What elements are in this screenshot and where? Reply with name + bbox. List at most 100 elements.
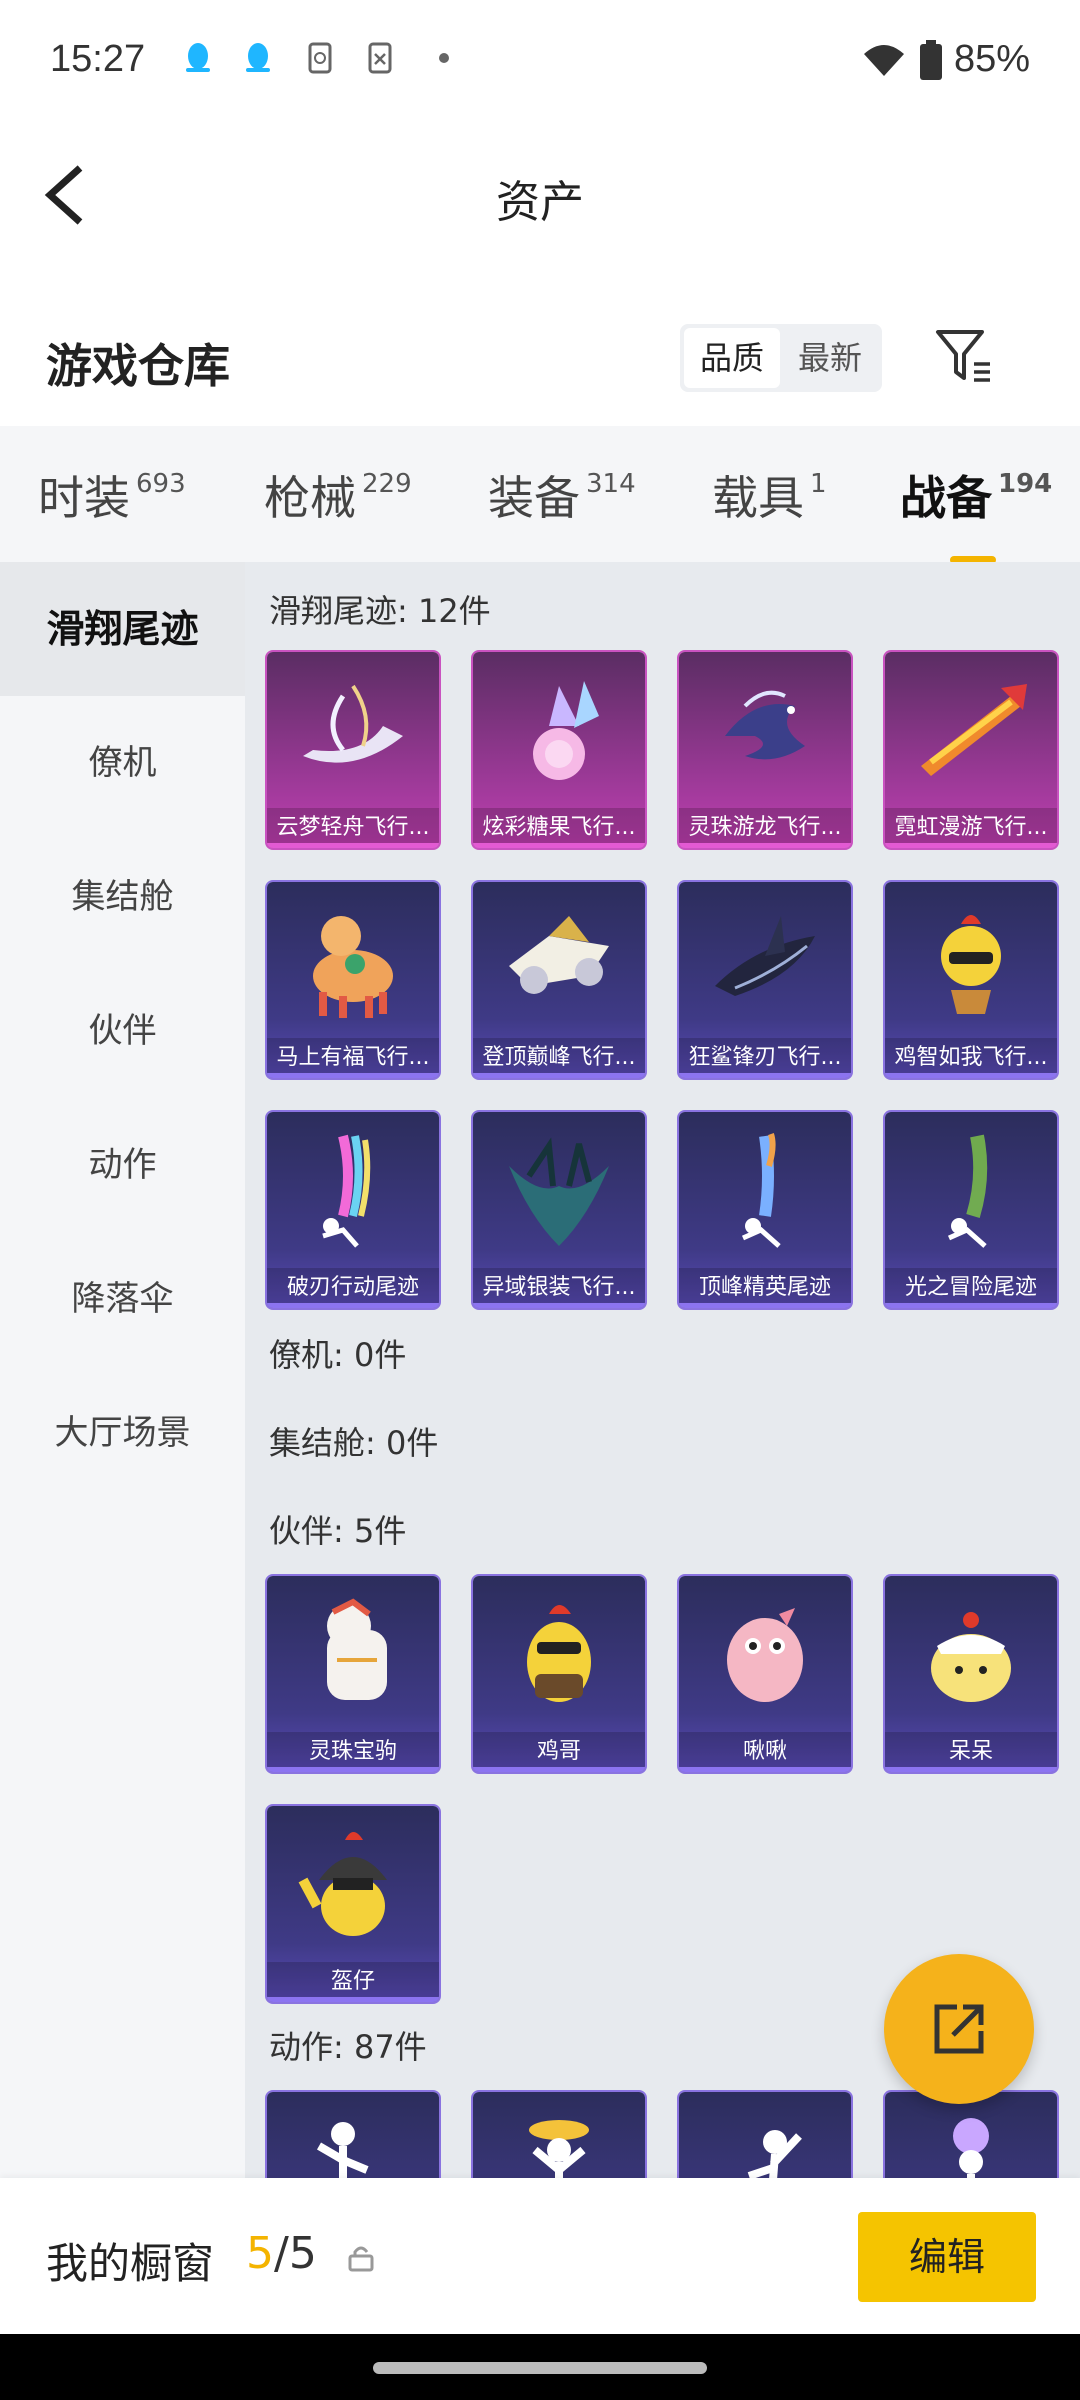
item-name: 灵珠宝驹	[267, 1732, 439, 1772]
item-name: 狂鲨锋刃飞行...	[679, 1038, 851, 1078]
status-time: 15:27	[50, 38, 146, 80]
group-title-action: 动作: 87件	[269, 2028, 427, 2066]
item-name: 啾啾	[679, 1732, 851, 1772]
item-name: 异域银装飞行...	[473, 1268, 645, 1308]
candy-glider-icon	[533, 681, 599, 780]
rainbow-trail-icon	[322, 1134, 371, 1248]
sidebar-item-glide-trail[interactable]: 滑翔尾迹	[0, 562, 245, 696]
qq-icon	[246, 43, 270, 72]
item-name: 灵珠游龙飞行...	[679, 808, 851, 848]
item-name: 鸡哥	[473, 1732, 645, 1772]
item-name: 马上有福飞行...	[267, 1038, 439, 1078]
item-name: 呆呆	[885, 1732, 1057, 1772]
winged-glider-icon	[509, 1137, 609, 1246]
item-card[interactable]: 啾啾	[679, 1576, 851, 1772]
item-card[interactable]	[885, 2092, 1057, 2178]
tab-fashion[interactable]: 时装 693	[38, 462, 186, 528]
showcase-label: 我的橱窗	[46, 2239, 215, 2288]
item-card[interactable]: 马上有福飞行...	[267, 882, 439, 1078]
item-card[interactable]: 光之冒险尾迹	[885, 1112, 1057, 1308]
share-button[interactable]	[884, 1954, 1034, 2104]
sidebar: 滑翔尾迹 僚机 集结舱 伙伴 动作 降落伞 大厅场景	[0, 562, 245, 2178]
sidebar-item-capsule[interactable]: 集结舱	[0, 830, 245, 964]
tab-guns[interactable]: 枪械 229	[264, 462, 412, 528]
sim-off-icon	[368, 42, 392, 74]
item-name: 鸡智如我飞行...	[885, 1038, 1057, 1078]
item-list: 滑翔尾迹: 12件 云梦轻舟飞行... 炫彩糖果飞行... 灵珠游龙飞行... …	[245, 562, 1080, 2178]
group-title-partner: 伙伴: 5件	[269, 1512, 407, 1550]
item-card[interactable]: 鸡哥	[473, 1576, 645, 1772]
sort-newest-button[interactable]: 最新	[782, 328, 878, 388]
item-name: 盔仔	[267, 1962, 439, 2002]
item-card[interactable]: 狂鲨锋刃飞行...	[679, 882, 851, 1078]
item-name: 云梦轻舟飞行...	[267, 808, 439, 848]
dot-icon	[439, 53, 449, 63]
item-name: 登顶巅峰飞行...	[473, 1038, 645, 1078]
item-card[interactable]	[679, 2092, 851, 2178]
group-title-trail: 滑翔尾迹: 12件	[269, 592, 491, 630]
sidebar-item-parachute[interactable]: 降落伞	[0, 1232, 245, 1366]
sidebar-item-wingman[interactable]: 僚机	[0, 696, 245, 830]
dragon-glider-icon	[725, 690, 805, 760]
music-pose-icon	[747, 2130, 802, 2178]
page-title: 资产	[496, 177, 584, 228]
sync-icon	[308, 42, 332, 74]
wifi-icon	[864, 45, 904, 76]
item-card[interactable]: 鸡智如我飞行...	[885, 882, 1057, 1078]
battery-icon	[920, 40, 942, 80]
item-card[interactable]: 呆呆	[885, 1576, 1057, 1772]
item-card[interactable]: 灵珠游龙飞行...	[679, 652, 851, 848]
group-title-capsule: 集结舱: 0件	[269, 1424, 439, 1462]
tab-equipment[interactable]: 装备 314	[488, 462, 636, 528]
item-card[interactable]: 登顶巅峰飞行...	[473, 882, 645, 1078]
item-card[interactable]: 云梦轻舟飞行...	[267, 652, 439, 848]
item-card[interactable]: 顶峰精英尾迹	[679, 1112, 851, 1308]
item-card[interactable]: 灵珠宝驹	[267, 1576, 439, 1772]
system-nav-bar	[0, 2334, 1080, 2400]
neon-rocket-icon	[921, 684, 1027, 776]
share-icon	[934, 2004, 984, 2054]
light-trail-icon	[947, 1134, 988, 1248]
item-name: 炫彩糖果飞行...	[473, 808, 645, 848]
item-name: 霓虹漫游飞行...	[885, 808, 1057, 848]
item-card[interactable]	[473, 2092, 645, 2178]
sort-quality-button[interactable]: 品质	[684, 328, 780, 388]
sparkle-pose-icon	[953, 2118, 989, 2178]
battery-level: 85%	[953, 38, 1030, 80]
filter-icon[interactable]	[932, 324, 996, 388]
qq-icon	[186, 43, 210, 72]
edit-button[interactable]: 编辑	[858, 2212, 1036, 2302]
item-card[interactable]: 盔仔	[267, 1806, 439, 2002]
lock-icon	[348, 2246, 374, 2272]
pony-partner-icon	[327, 1598, 387, 1700]
item-card[interactable]: 异域银装飞行...	[473, 1112, 645, 1308]
showcase-bar: 我的橱窗 5/5 编辑	[0, 2178, 1080, 2334]
status-bar: 15:27 85%	[0, 0, 1080, 120]
group-title-wingman: 僚机: 0件	[269, 1336, 407, 1374]
elite-trail-icon	[741, 1133, 781, 1248]
item-name: 光之冒险尾迹	[885, 1268, 1057, 1308]
section-title: 游戏仓库	[46, 339, 230, 393]
bird-partner-icon	[727, 1608, 803, 1702]
sidebar-item-action[interactable]: 动作	[0, 1098, 245, 1232]
item-card[interactable]: 破刃行动尾迹	[267, 1112, 439, 1308]
item-card[interactable]	[267, 2092, 439, 2178]
tab-vehicles[interactable]: 载具 1	[712, 462, 827, 528]
helmet-chick-partner-icon	[298, 1832, 387, 1936]
showcase-count: 5/5	[246, 2228, 317, 2279]
celebrate-pose-icon	[529, 2120, 589, 2178]
boat-glider-icon	[303, 684, 403, 763]
item-card[interactable]: 霓虹漫游飞行...	[885, 652, 1057, 848]
item-name: 破刃行动尾迹	[267, 1268, 439, 1308]
home-gesture-handle[interactable]	[373, 2362, 707, 2374]
category-tabs: 时装 693 枪械 229 装备 314 载具 1 战备 194	[0, 426, 1080, 564]
sidebar-item-lobby-scene[interactable]: 大厅场景	[0, 1366, 245, 1500]
item-card[interactable]: 炫彩糖果飞行...	[473, 652, 645, 848]
section-header: 游戏仓库 品质 最新	[0, 300, 1080, 420]
sidebar-item-partner[interactable]: 伙伴	[0, 964, 245, 1098]
nav-bar: 资产	[0, 120, 1080, 270]
sort-toggle: 品质 最新	[680, 324, 882, 392]
jet-glider-icon	[509, 916, 609, 994]
tab-combat-gear[interactable]: 战备 194	[900, 462, 1052, 564]
chicken-glider-icon	[941, 915, 1001, 1014]
